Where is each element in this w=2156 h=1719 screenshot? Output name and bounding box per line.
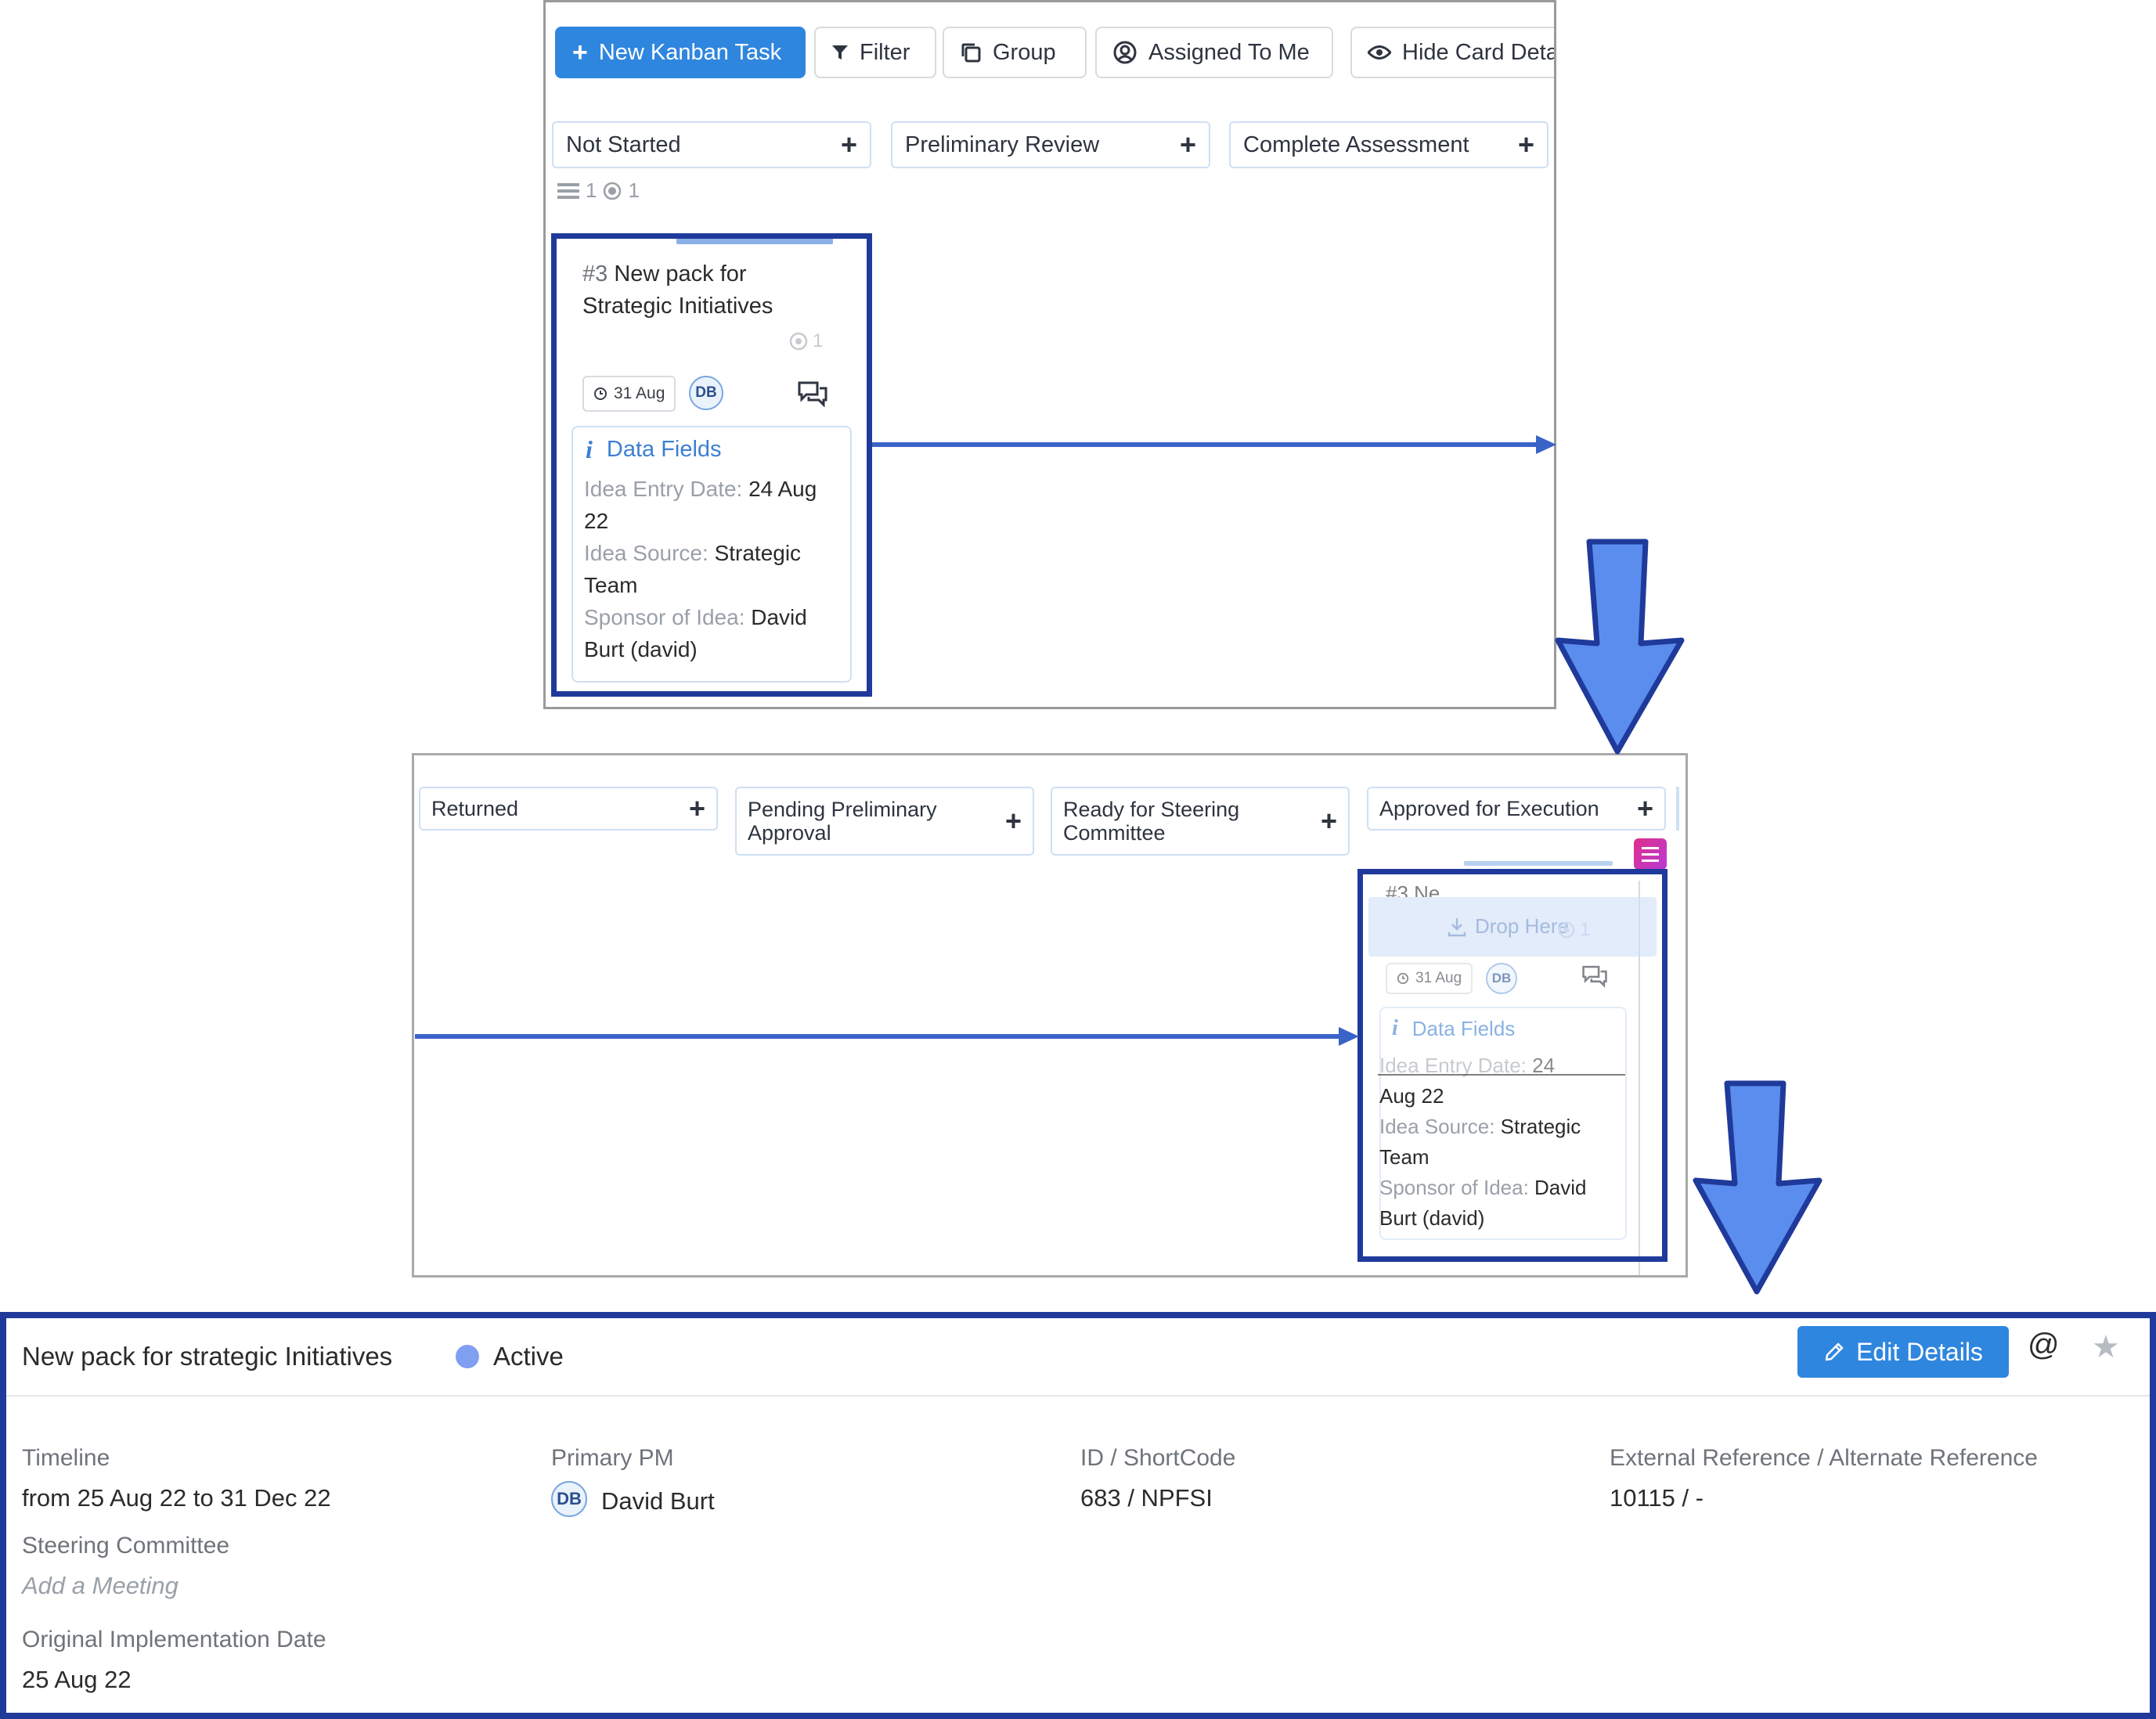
star-icon[interactable]: ★ <box>2092 1329 2120 1365</box>
add-meeting-link[interactable]: Add a Meeting <box>22 1572 178 1600</box>
external-reference-label: External Reference / Alternate Reference <box>1610 1445 2038 1471</box>
pencil-icon <box>1825 1342 1844 1361</box>
edit-details-label: Edit Details <box>1856 1337 1983 1366</box>
arrow-down-icon <box>1555 539 1685 755</box>
id-shortcode-value: 683 / NPFSI <box>1080 1484 1213 1512</box>
page-title: New pack for strategic Initiatives <box>22 1342 393 1371</box>
timeline-value: from 25 Aug 22 to 31 Dec 22 <box>22 1484 331 1512</box>
id-shortcode-label: ID / ShortCode <box>1080 1445 1236 1471</box>
flow-arrows <box>415 435 1823 1295</box>
steering-committee-label: Steering Committee <box>22 1533 230 1559</box>
edit-details-button[interactable]: Edit Details <box>1797 1326 2009 1378</box>
arrow-down-icon <box>1693 1080 1823 1295</box>
primary-pm-label: Primary PM <box>551 1445 674 1471</box>
status-dot-icon <box>456 1345 479 1368</box>
external-reference-value: 10115 / - <box>1610 1484 1704 1512</box>
original-implementation-date-value: 25 Aug 22 <box>22 1666 132 1693</box>
divider <box>6 1395 2150 1396</box>
project-detail-panel: New pack for strategic Initiatives Activ… <box>0 1312 2156 1719</box>
at-icon[interactable]: @ <box>2028 1328 2060 1363</box>
primary-pm-name[interactable]: David Burt <box>601 1487 715 1515</box>
original-implementation-date-label: Original Implementation Date <box>22 1627 326 1652</box>
timeline-label: Timeline <box>22 1445 110 1471</box>
arrow-right-icon <box>872 435 1556 454</box>
status-badge: Active <box>456 1342 564 1371</box>
status-label: Active <box>493 1342 564 1371</box>
arrow-right-icon <box>415 1027 1359 1046</box>
avatar[interactable]: DB <box>551 1481 587 1517</box>
